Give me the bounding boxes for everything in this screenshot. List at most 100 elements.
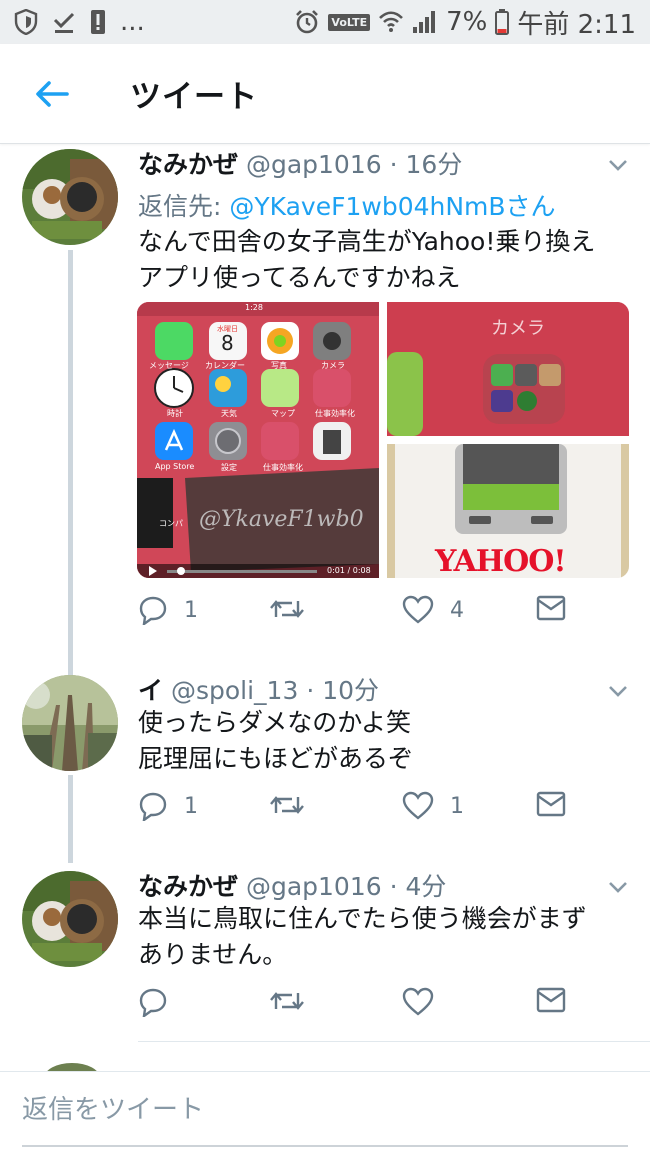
camera-photo[interactable]: カメラ [387, 302, 629, 436]
envelope-icon [536, 595, 566, 621]
handle[interactable]: @spoli_13 [171, 676, 298, 705]
battery-percent: 7% [446, 7, 488, 37]
tweet-text-line: ありません。 [138, 940, 288, 969]
next-tweet-partial[interactable] [44, 1063, 100, 1071]
display-name[interactable]: イ [138, 676, 163, 705]
handle[interactable]: @gap1016 [246, 150, 382, 179]
tweet-header: なみかぜ @gap1016 · 16分 [138, 145, 462, 181]
handle[interactable]: @gap1016 [246, 872, 382, 901]
app-label: 時計 [167, 409, 183, 418]
signal-icon [412, 10, 438, 34]
reply-to-line: 返信先: @YKaveF1wb04hNmBさん [138, 187, 556, 223]
like-button[interactable]: 1 [402, 791, 464, 821]
tweet-actions [136, 987, 576, 1027]
tweet-text-line: アプリ使ってるんですかねえ [138, 263, 461, 292]
avatar[interactable] [22, 675, 118, 771]
volte-icon: VoLTE [328, 13, 371, 31]
reply-button[interactable] [138, 987, 184, 1017]
dm-button[interactable] [536, 595, 566, 621]
shield-icon [14, 9, 38, 35]
yahoo-transit-image[interactable]: YAHOO! [387, 444, 629, 578]
tweet-separator [138, 1041, 650, 1042]
chevron-down-icon[interactable] [606, 679, 630, 703]
retweet-icon [270, 600, 304, 618]
app-label: 設定 [221, 463, 237, 472]
retweet-icon [270, 992, 304, 1010]
yahoo-logo: YAHOO! [435, 544, 567, 578]
heart-icon [402, 791, 434, 820]
chevron-down-icon[interactable] [606, 153, 630, 177]
video-watermark: @YkaveF1wb0 [199, 507, 364, 532]
retweet-button[interactable] [270, 791, 304, 819]
app-label: カメラ [321, 361, 345, 370]
heart-icon [402, 987, 434, 1016]
arrow-left-icon [36, 80, 69, 107]
tweet-header: イ @spoli_13 · 10分 [138, 671, 379, 707]
app-label: App Store [155, 462, 195, 471]
dot-separator: · [389, 150, 398, 179]
timestamp: 16分 [405, 150, 463, 179]
retweet-icon [270, 796, 304, 814]
reply-compose-bar [0, 1071, 650, 1156]
dm-button[interactable] [536, 791, 566, 817]
chevron-down-icon[interactable] [606, 875, 630, 899]
dm-button[interactable] [536, 987, 566, 1013]
reply-mention[interactable]: @YKaveF1wb04hNmBさん [229, 192, 555, 221]
reply-button[interactable]: 1 [138, 791, 198, 821]
app-label: 仕事効率化 [263, 463, 303, 472]
phone-time: 1:28 [245, 303, 263, 312]
tweet[interactable]: なみかぜ @gap1016 · 16分 返信先: @YKaveF1wb04hNm… [0, 145, 650, 645]
reply-count: 1 [184, 793, 198, 819]
reply-input[interactable] [22, 1086, 628, 1134]
tweet-timeline[interactable]: なみかぜ @gap1016 · 16分 返信先: @YKaveF1wb04hNm… [0, 145, 650, 1071]
tweet-text: なんで田舎の女子高生がYahoo!乗り換え アプリ使ってるんですかねえ [138, 224, 628, 296]
like-count: 1 [450, 793, 464, 819]
envelope-icon [536, 791, 566, 817]
tweet-text-line: 本当に鳥取に住んでたら使う機会がまず [138, 904, 587, 933]
wifi-icon [378, 10, 404, 34]
retweet-button[interactable] [270, 987, 304, 1015]
back-button[interactable] [22, 64, 82, 124]
reply-prefix: 返信先: [138, 192, 230, 221]
app-label: 仕事効率化 [315, 409, 355, 418]
tweet[interactable]: イ @spoli_13 · 10分 使ったらダメなのかよ笑 屁理屈にもほどがある… [0, 671, 650, 861]
calendar-day: 8 [221, 331, 234, 355]
envelope-icon [536, 987, 566, 1013]
app-label: カレンダー [205, 361, 245, 370]
clock: 午前 2:11 [517, 9, 636, 40]
app-label: 天気 [221, 409, 237, 418]
dot-separator: · [389, 872, 398, 901]
battery-icon [495, 9, 510, 35]
avatar[interactable] [22, 871, 118, 967]
reply-icon [139, 988, 167, 1017]
input-underline [22, 1145, 628, 1147]
tweet-text-line: 使ったらダメなのかよ笑 [138, 708, 412, 737]
page-title: ツイート [130, 79, 258, 115]
alarm-icon [294, 9, 320, 35]
like-button[interactable]: 4 [402, 595, 464, 625]
like-button[interactable] [402, 987, 450, 1017]
tweet-actions: 1 1 [136, 791, 576, 831]
tweet-text-line: 屁理屈にもほどがあるぞ [138, 744, 414, 773]
app-label: マップ [271, 409, 295, 418]
reply-button[interactable]: 1 [138, 595, 198, 625]
app-label: メッセージ [149, 361, 189, 370]
display-name[interactable]: なみかぜ [138, 150, 238, 179]
video-thumbnail[interactable]: 1:28 水曜日 8 メッセージ カレンダー 写真 カメラ 時計 天気 マップ … [137, 302, 379, 578]
tweet[interactable]: なみかぜ @gap1016 · 4分 本当に鳥取に住んでたら使う機会がまず あり… [0, 867, 650, 1047]
overflow-indicator: ... [120, 7, 145, 37]
display-name[interactable]: なみかぜ [138, 872, 238, 901]
tweet-header: なみかぜ @gap1016 · 4分 [138, 867, 446, 903]
tweet-text-line: なんで田舎の女子高生がYahoo!乗り換え [138, 227, 596, 256]
avatar[interactable] [22, 149, 118, 245]
tweet-text: 本当に鳥取に住んでたら使う機会がまず ありません。 [138, 901, 628, 973]
alert-icon [90, 9, 106, 35]
timestamp: 10分 [322, 676, 380, 705]
app-label: 写真 [271, 361, 287, 370]
timestamp: 4分 [405, 872, 447, 901]
heart-icon [402, 595, 434, 624]
app-label: コンパ [159, 519, 183, 528]
media-grid: 1:28 水曜日 8 メッセージ カレンダー 写真 カメラ 時計 天気 マップ … [137, 302, 629, 578]
app-bar: ツイート [0, 44, 650, 144]
retweet-button[interactable] [270, 595, 304, 623]
